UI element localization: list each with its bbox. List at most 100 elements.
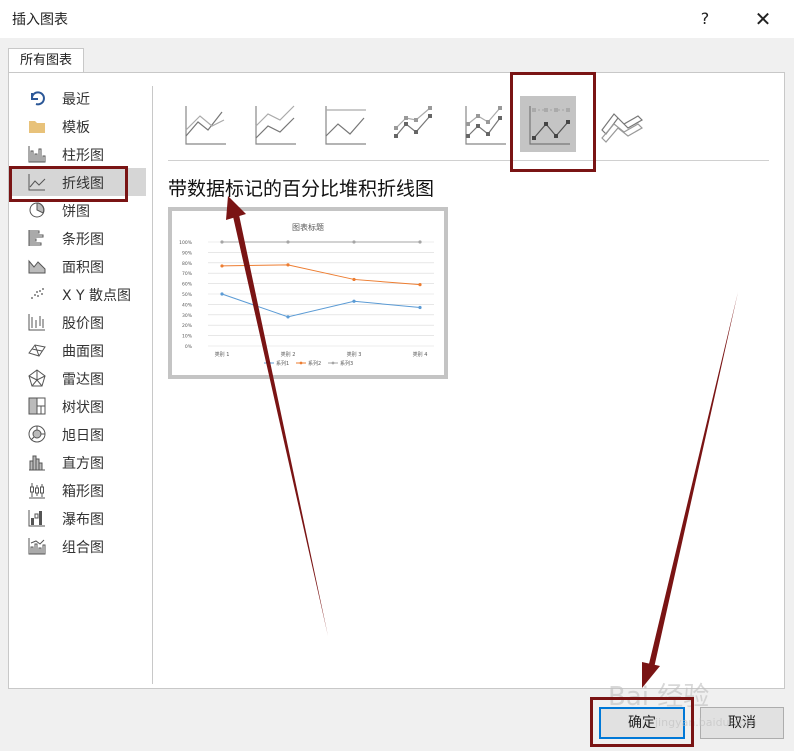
waterfall-chart-icon — [28, 510, 45, 527]
preview-y-tick: 50% — [182, 292, 193, 298]
sidebar-item-label: 雷达图 — [62, 372, 104, 388]
sidebar-item-label: 柱形图 — [62, 148, 104, 164]
subtype-3d-line[interactable] — [594, 96, 650, 152]
histogram-chart-icon — [29, 455, 45, 471]
preview-data-point — [286, 263, 290, 267]
sidebar-item-line[interactable]: 折线图 — [10, 168, 146, 196]
preview-x-tick: 类别 1 — [215, 351, 230, 358]
sidebar-divider — [152, 86, 153, 684]
subtype-percent-stacked-line[interactable] — [316, 96, 372, 152]
sidebar-item-surface[interactable]: 曲面图 — [10, 336, 146, 364]
preview-y-tick: 40% — [182, 302, 193, 308]
preview-y-tick: 80% — [182, 261, 193, 267]
help-button[interactable]: ? — [690, 4, 720, 34]
preview-legend-marker — [299, 361, 303, 365]
sidebar-item-combo[interactable]: 组合图 — [10, 532, 146, 560]
preview-x-tick: 类别 2 — [281, 351, 296, 358]
sidebar-item-label: 箱形图 — [62, 484, 104, 500]
preview-chart: 图表标题 100% 90% 80% 70% 60% 50% 40% 30% 20% 10% 0% 类… — [179, 222, 434, 367]
chart-preview-canvas: 图表标题 100% 90% 80% 70% 60% 50% 40% 30% 20% 10% 0% 类… — [172, 211, 444, 375]
preview-x-tick: 类别 3 — [347, 351, 362, 358]
subtype-line[interactable] — [176, 96, 232, 152]
preview-y-tick: 100% — [179, 240, 193, 246]
sidebar-item-column[interactable]: 柱形图 — [10, 140, 146, 168]
pie-chart-icon — [29, 202, 45, 218]
sunburst-chart-icon — [28, 425, 46, 443]
sidebar-item-template[interactable]: 模板 — [10, 112, 146, 140]
sidebar-item-bar[interactable]: 条形图 — [10, 224, 146, 252]
preview-y-tick: 0% — [185, 344, 193, 350]
sidebar-item-pie[interactable]: 饼图 — [10, 196, 146, 224]
subtype-stacked-line[interactable] — [246, 96, 302, 152]
sidebar-item-histogram[interactable]: 直方图 — [10, 448, 146, 476]
sidebar-item-label: 树状图 — [62, 400, 104, 416]
subtype-line-with-markers[interactable] — [386, 96, 442, 152]
line-icon — [185, 106, 226, 145]
3d-line-icon — [601, 113, 643, 143]
surface-chart-icon — [28, 344, 46, 357]
preview-data-point — [352, 299, 356, 303]
gallery-divider — [168, 160, 769, 161]
watermark-logo: Bai 经验 — [608, 682, 710, 712]
sidebar-item-stock[interactable]: 股价图 — [10, 308, 146, 336]
treemap-chart-icon — [28, 397, 46, 415]
sidebar-item-recent[interactable]: 最近 — [10, 84, 146, 112]
sidebar-item-label: 组合图 — [62, 540, 104, 556]
box-whisker-chart-icon — [29, 483, 45, 499]
preview-y-tick: 30% — [182, 313, 193, 319]
stock-chart-icon — [28, 314, 45, 331]
preview-y-tick: 60% — [182, 282, 193, 288]
sidebar-item-label: 折线图 — [62, 176, 104, 192]
line-chart-icon — [28, 174, 46, 191]
template-folder-icon — [29, 121, 45, 133]
sidebar-item-label: 直方图 — [62, 456, 104, 472]
preview-y-tick: 20% — [182, 323, 193, 329]
tab-all-charts[interactable]: 所有图表 — [8, 48, 84, 73]
sidebar-item-sunburst[interactable]: 旭日图 — [10, 420, 146, 448]
sidebar-item-label: 瀑布图 — [62, 512, 104, 528]
recent-icon — [30, 91, 45, 106]
chart-type-sidebar: 最近 模板 柱形图 折线图 饼图 条形图 面积图 X Y 散点图 股价图 曲面图… — [10, 84, 146, 560]
watermark-url: jingyan.baidu.com — [655, 716, 757, 729]
sidebar-item-radar[interactable]: 雷达图 — [10, 364, 146, 392]
line-with-markers-icon — [394, 106, 432, 138]
preview-series-line — [221, 293, 421, 318]
stacked-line-with-markers-icon — [465, 106, 506, 145]
sidebar-item-label: 股价图 — [62, 316, 104, 332]
sidebar-item-treemap[interactable]: 树状图 — [10, 392, 146, 420]
sidebar-item-waterfall[interactable]: 瀑布图 — [10, 504, 146, 532]
sidebar-item-label: 条形图 — [62, 232, 104, 248]
sidebar-item-label: 面积图 — [62, 260, 104, 276]
scatter-chart-icon — [31, 288, 44, 299]
subtype-percent-stacked-line-with-markers[interactable] — [520, 96, 576, 152]
preview-legend-label: 系列2 — [308, 360, 321, 367]
area-chart-icon — [28, 259, 46, 274]
sidebar-item-scatter[interactable]: X Y 散点图 — [10, 280, 146, 308]
preview-legend-marker — [267, 361, 271, 365]
preview-y-tick: 10% — [182, 334, 193, 340]
sidebar-item-label: 最近 — [62, 92, 90, 108]
percent-stacked-line-with-markers-icon — [529, 106, 570, 145]
sidebar-item-area[interactable]: 面积图 — [10, 252, 146, 280]
preview-data-point — [418, 305, 422, 310]
chart-preview[interactable]: 图表标题 100% 90% 80% 70% 60% 50% 40% 30% 20% 10% 0% 类… — [168, 207, 448, 379]
preview-legend-marker — [331, 361, 335, 365]
sidebar-item-label: 模板 — [62, 120, 90, 136]
sidebar-item-box-whisker[interactable]: 箱形图 — [10, 476, 146, 504]
preview-y-tick: 90% — [182, 250, 193, 256]
preview-data-point — [220, 240, 224, 244]
preview-series-line — [221, 264, 421, 286]
preview-x-tick: 类别 4 — [413, 351, 428, 358]
preview-chart-title: 图表标题 — [292, 222, 324, 232]
preview-data-point — [352, 240, 356, 244]
close-button[interactable]: ✕ — [748, 4, 778, 34]
subtype-stacked-line-with-markers[interactable] — [456, 96, 512, 152]
preview-data-point — [352, 277, 356, 282]
percent-stacked-line-icon — [325, 106, 366, 145]
preview-data-point — [220, 264, 224, 268]
preview-legend-label: 系列1 — [276, 360, 289, 367]
sidebar-item-label: X Y 散点图 — [62, 288, 132, 304]
chart-subtype-gallery — [170, 88, 770, 160]
sidebar-item-label: 饼图 — [62, 204, 90, 220]
preview-y-tick: 70% — [182, 271, 193, 277]
